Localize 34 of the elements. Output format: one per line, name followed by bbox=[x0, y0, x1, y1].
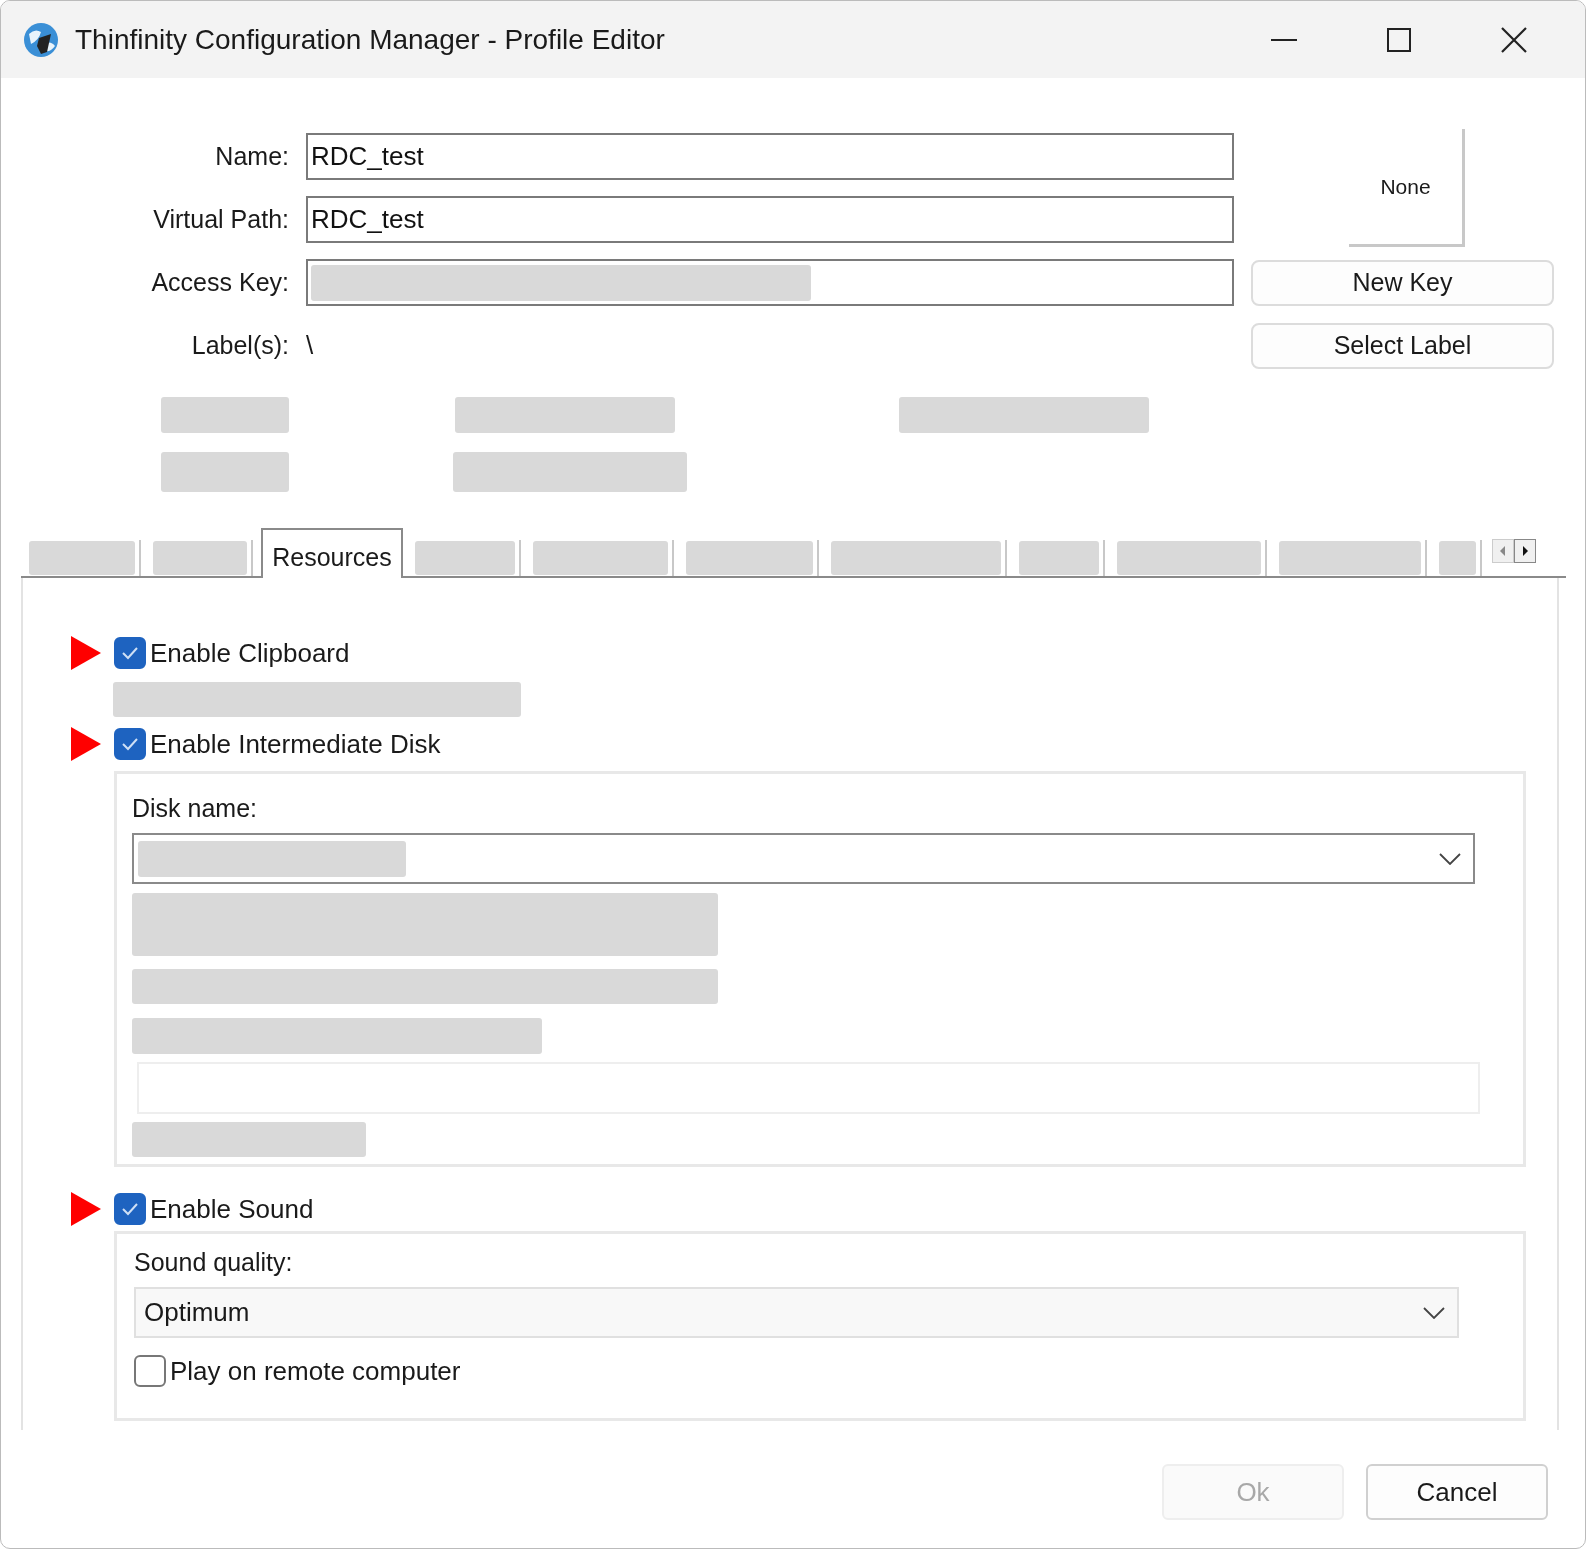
text-field[interactable]: RDC_test bbox=[306, 133, 1234, 180]
close-icon[interactable] bbox=[1501, 26, 1527, 53]
side-button[interactable]: Select Label bbox=[1251, 322, 1554, 369]
checkbox[interactable] bbox=[134, 1355, 166, 1387]
sound-quality-dropdown[interactable]: Optimum bbox=[134, 1287, 1459, 1338]
window-title: Thinfinity Configuration Manager - Profile Editor bbox=[75, 23, 665, 56]
field-label: Virtual Path: bbox=[152, 205, 289, 234]
disk-name-dropdown[interactable] bbox=[132, 833, 1475, 884]
sound-quality-label: Sound quality: bbox=[134, 1248, 293, 1277]
chevron-down-icon bbox=[1439, 852, 1461, 865]
checkbox[interactable] bbox=[114, 728, 146, 760]
checkbox-label: Enable Clipboard bbox=[150, 637, 350, 669]
text-field[interactable]: RDC_test bbox=[306, 196, 1234, 243]
checkbox[interactable] bbox=[114, 1193, 146, 1225]
checkbox-label: Enable Intermediate Disk bbox=[150, 728, 441, 760]
checkbox[interactable] bbox=[114, 637, 146, 669]
tab[interactable]: Resources bbox=[261, 528, 403, 578]
checkbox-label: Enable Sound bbox=[150, 1193, 314, 1225]
maximize-icon[interactable] bbox=[1387, 27, 1411, 52]
disk-name-label: Disk name: bbox=[132, 794, 258, 823]
chevron-down-icon bbox=[1423, 1306, 1445, 1319]
labels-value: \ bbox=[306, 330, 315, 361]
checkmark-icon bbox=[121, 1202, 139, 1216]
side-button[interactable]: New Key bbox=[1251, 259, 1554, 306]
checkmark-icon bbox=[121, 737, 139, 751]
masked-field[interactable] bbox=[306, 259, 1234, 306]
field-label: Label(s): bbox=[190, 331, 289, 360]
field-label: Name: bbox=[214, 142, 289, 171]
image-box: None bbox=[1349, 129, 1465, 247]
scroll-right-icon[interactable] bbox=[1514, 539, 1536, 563]
field-label: Access Key: bbox=[150, 268, 289, 297]
checkmark-icon bbox=[121, 646, 139, 660]
dialog-button[interactable]: Cancel bbox=[1366, 1464, 1548, 1520]
checkbox-label: Play on remote computer bbox=[170, 1355, 461, 1387]
